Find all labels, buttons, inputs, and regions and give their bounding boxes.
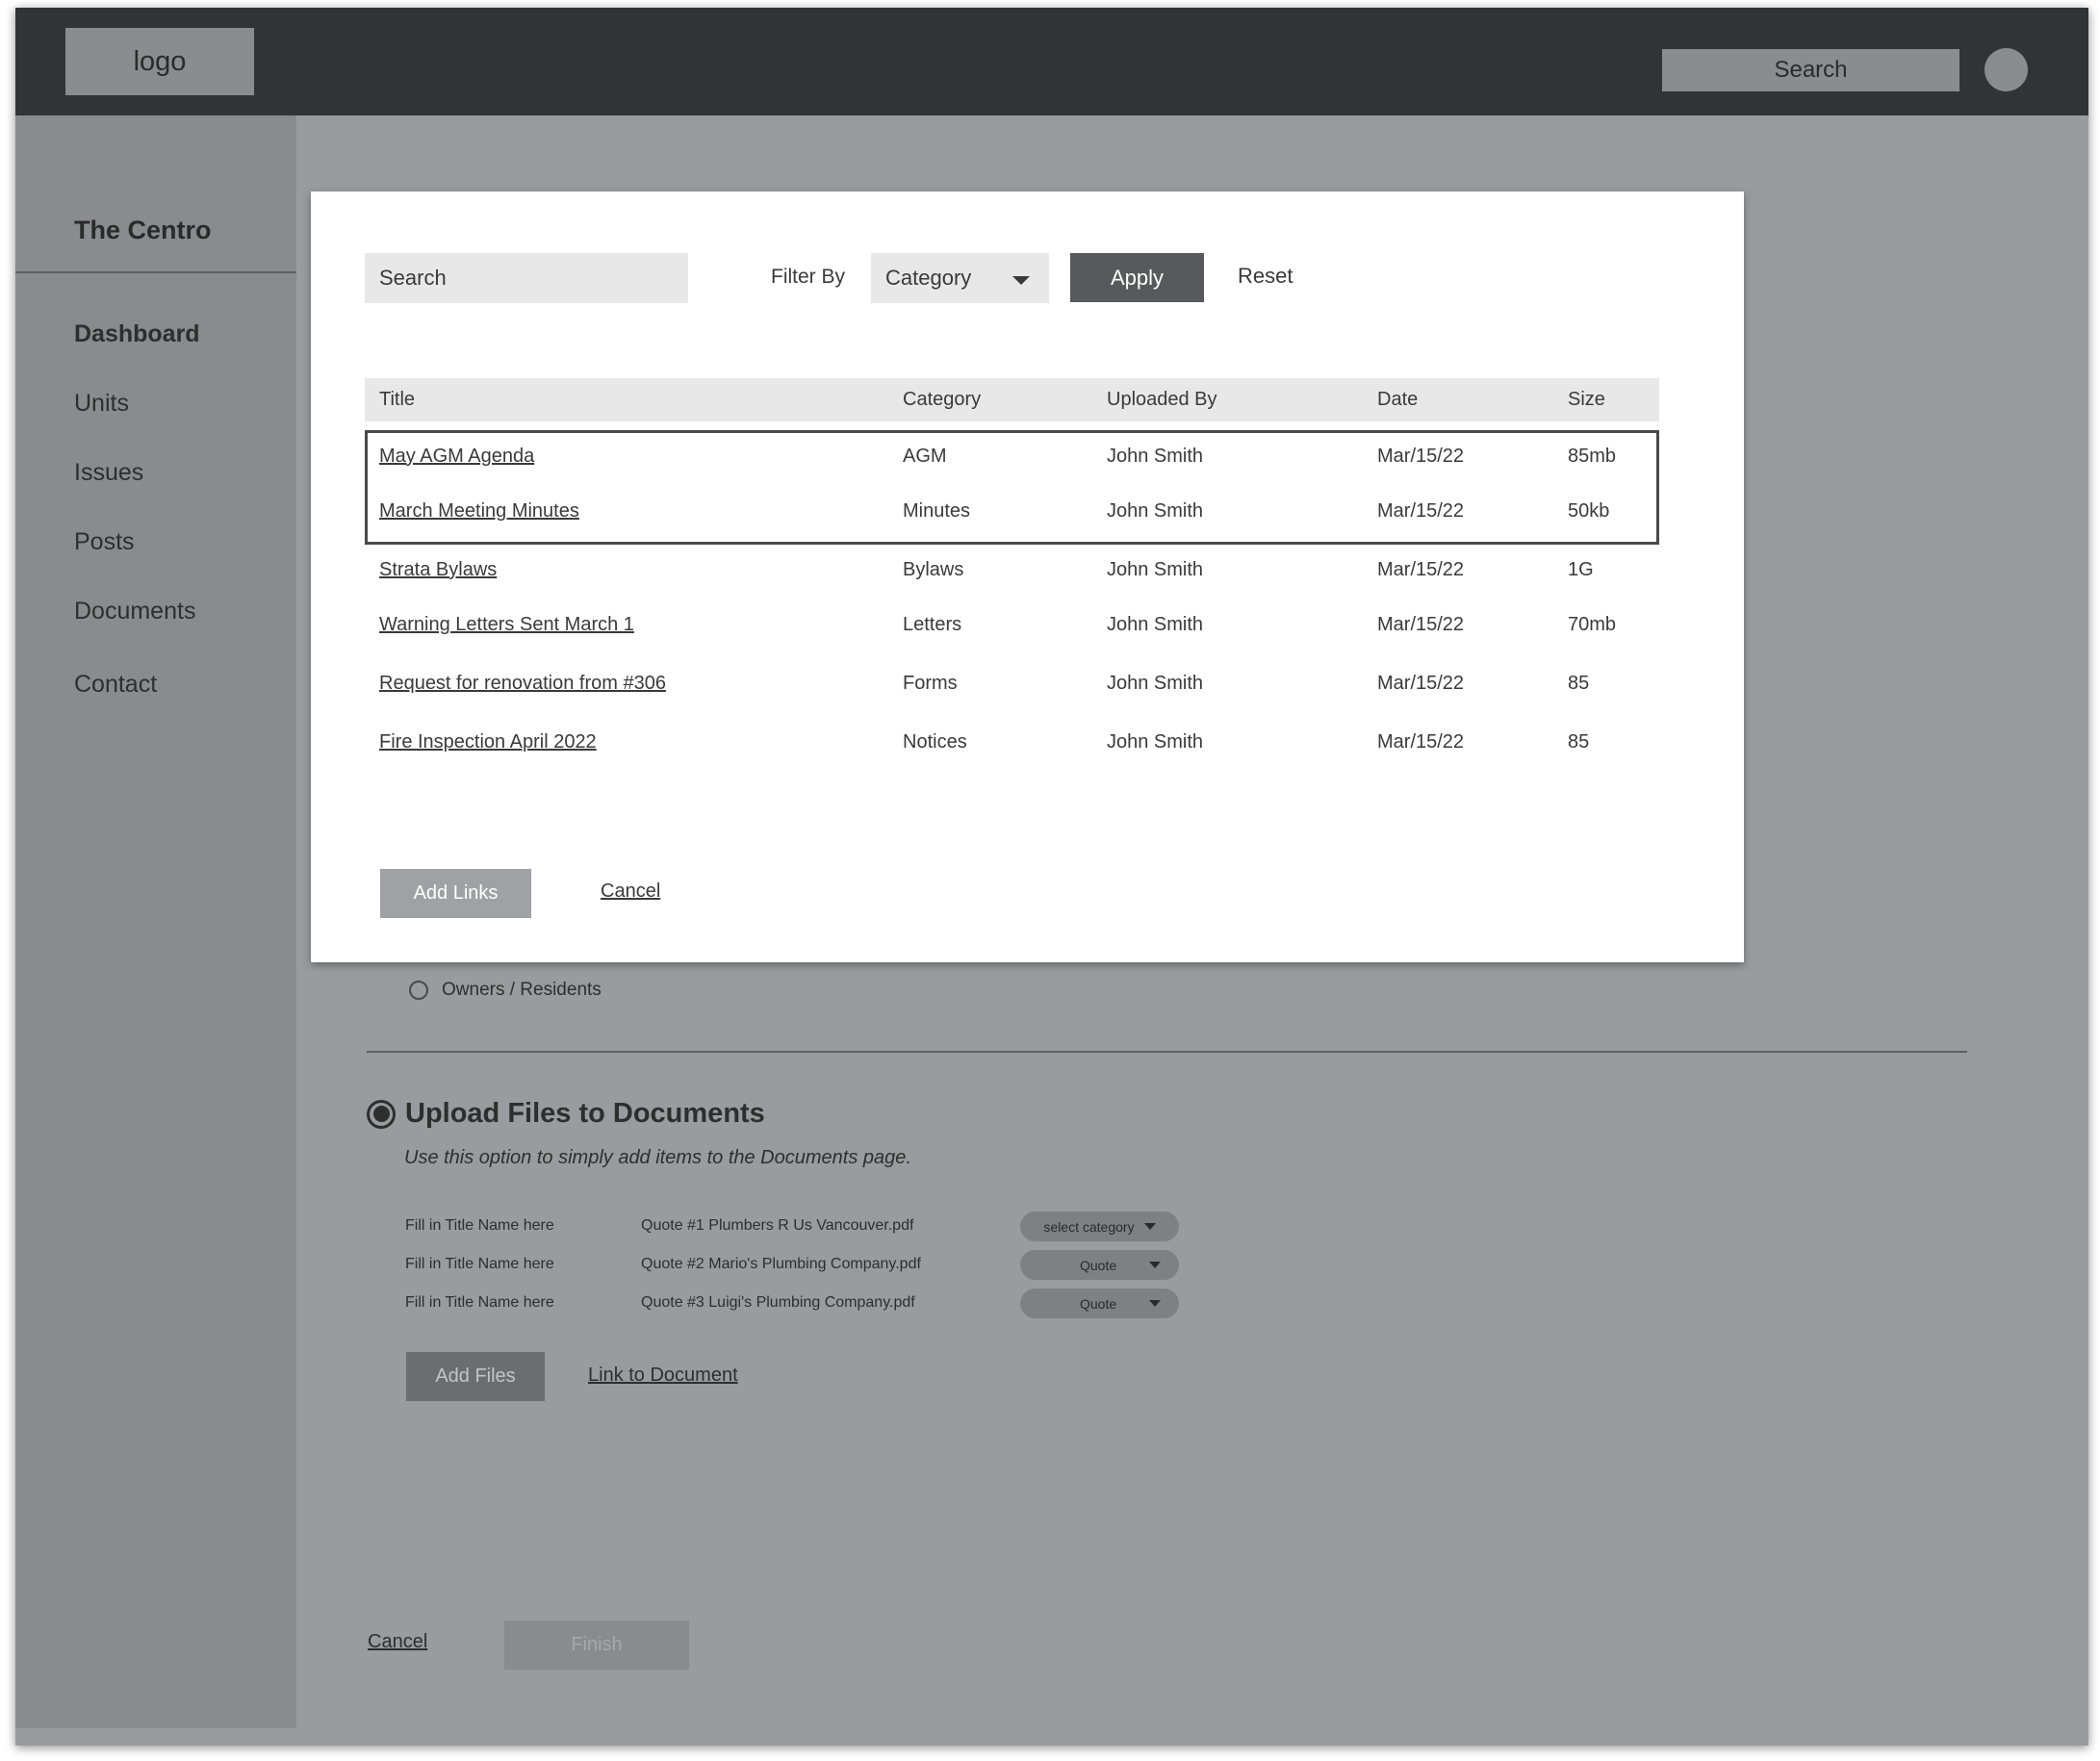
chevron-down-icon: [1143, 1223, 1156, 1230]
category-select[interactable]: Quote: [1020, 1250, 1179, 1280]
column-header-uploaded-by[interactable]: Uploaded By: [1107, 389, 1217, 411]
category-filter-value: Category: [885, 266, 972, 290]
document-date: Mar/15/22: [1377, 500, 1465, 522]
sidebar: The Centro Dashboard Units Issues Posts …: [15, 115, 296, 1728]
document-date: Mar/15/22: [1377, 559, 1465, 580]
sidebar-divider: [15, 271, 296, 273]
document-uploaded-by: John Smith: [1107, 559, 1204, 580]
document-category: Bylaws: [903, 559, 964, 580]
category-select[interactable]: Quote: [1020, 1289, 1179, 1318]
document-size: 50kb: [1568, 500, 1610, 522]
document-size: 85: [1568, 731, 1590, 753]
document-uploaded-by: John Smith: [1107, 446, 1204, 467]
apply-button[interactable]: Apply: [1070, 253, 1204, 302]
audience-option-label: Owners / Residents: [442, 980, 602, 1000]
file-row: Fill in Title Name here Quote #1 Plumber…: [405, 1212, 1179, 1242]
document-uploaded-by: John Smith: [1107, 731, 1204, 753]
column-header-category[interactable]: Category: [903, 389, 981, 411]
reset-button[interactable]: Reset: [1238, 264, 1293, 289]
document-size: 1G: [1568, 559, 1594, 580]
sidebar-item-issues[interactable]: Issues: [74, 459, 143, 487]
sidebar-item-dashboard[interactable]: Dashboard: [74, 320, 200, 348]
file-title-field[interactable]: Fill in Title Name here: [405, 1217, 554, 1235]
radio-checked-icon[interactable]: [367, 1099, 396, 1129]
document-title-link[interactable]: Request for renovation from #306: [379, 673, 666, 695]
column-header-title[interactable]: Title: [379, 389, 415, 411]
file-title-field[interactable]: Fill in Title Name here: [405, 1294, 554, 1312]
finish-button[interactable]: Finish: [504, 1621, 689, 1670]
cancel-link[interactable]: Cancel: [368, 1631, 427, 1653]
document-size: 70mb: [1568, 614, 1617, 635]
document-size: 85: [1568, 673, 1590, 694]
document-category: Notices: [903, 731, 967, 753]
document-uploaded-by: John Smith: [1107, 500, 1204, 522]
document-category: Forms: [903, 673, 958, 694]
link-to-document-link[interactable]: Link to Document: [588, 1365, 738, 1387]
link-documents-modal: Search Filter By Category Apply Reset Ti…: [311, 191, 1744, 962]
avatar[interactable]: [1985, 48, 2028, 91]
top-bar: logo Search: [15, 8, 2088, 115]
column-header-size[interactable]: Size: [1568, 389, 1605, 411]
chevron-down-icon: [1149, 1300, 1161, 1307]
sidebar-item-units[interactable]: Units: [74, 390, 129, 418]
category-select-value: Quote: [1080, 1257, 1117, 1273]
file-name: Quote #3 Luigi's Plumbing Company.pdf: [641, 1294, 915, 1311]
document-category: Minutes: [903, 500, 971, 522]
sidebar-item-posts[interactable]: Posts: [74, 528, 135, 556]
table-row[interactable]: May AGM Agenda AGM John Smith Mar/15/22 …: [365, 440, 1659, 472]
category-select[interactable]: select category: [1020, 1212, 1179, 1241]
header-search-input[interactable]: Search: [1662, 49, 1959, 91]
caret-down-icon: [1012, 276, 1030, 285]
category-select-value: Quote: [1080, 1295, 1117, 1312]
document-date: Mar/15/22: [1377, 446, 1465, 467]
radio-unchecked-icon[interactable]: [409, 981, 428, 1000]
add-files-button[interactable]: Add Files: [406, 1352, 545, 1401]
file-row: Fill in Title Name here Quote #3 Luigi's…: [405, 1289, 1179, 1319]
document-date: Mar/15/22: [1377, 673, 1465, 694]
app-window: logo Search The Centro Dashboard Units I…: [15, 8, 2088, 1746]
filter-by-label: Filter By: [771, 266, 846, 288]
document-title-link[interactable]: Fire Inspection April 2022: [379, 731, 597, 753]
document-category: AGM: [903, 446, 947, 467]
sidebar-title: The Centro: [74, 216, 212, 244]
file-name: Quote #2 Mario's Plumbing Company.pdf: [641, 1256, 921, 1272]
document-title-link[interactable]: May AGM Agenda: [379, 446, 534, 468]
upload-title: Upload Files to Documents: [405, 1098, 765, 1129]
column-header-date[interactable]: Date: [1377, 389, 1418, 411]
search-input[interactable]: Search: [365, 253, 688, 303]
document-title-link[interactable]: March Meeting Minutes: [379, 500, 579, 523]
chevron-down-icon: [1149, 1262, 1161, 1268]
table-row[interactable]: Strata Bylaws Bylaws John Smith Mar/15/2…: [365, 553, 1659, 586]
table-row[interactable]: Request for renovation from #306 Forms J…: [365, 667, 1659, 700]
document-size: 85mb: [1568, 446, 1617, 467]
table-row[interactable]: Warning Letters Sent March 1 Letters Joh…: [365, 608, 1659, 641]
document-title-link[interactable]: Strata Bylaws: [379, 559, 497, 581]
category-filter-select[interactable]: Category: [871, 253, 1049, 303]
logo[interactable]: logo: [65, 28, 254, 95]
document-date: Mar/15/22: [1377, 731, 1465, 753]
add-links-button[interactable]: Add Links: [380, 869, 531, 918]
document-uploaded-by: John Smith: [1107, 673, 1204, 694]
audience-option-owners-residents[interactable]: Owners / Residents: [409, 980, 602, 1001]
sidebar-item-documents[interactable]: Documents: [74, 598, 195, 625]
sidebar-item-contact[interactable]: Contact: [74, 671, 157, 699]
upload-option[interactable]: Upload Files to Documents: [367, 1098, 765, 1130]
document-uploaded-by: John Smith: [1107, 614, 1204, 635]
table-row[interactable]: March Meeting Minutes Minutes John Smith…: [365, 495, 1659, 527]
document-category: Letters: [903, 614, 962, 635]
modal-cancel-link[interactable]: Cancel: [601, 880, 660, 903]
file-title-field[interactable]: Fill in Title Name here: [405, 1256, 554, 1273]
category-select-value: select category: [1043, 1218, 1135, 1235]
document-title-link[interactable]: Warning Letters Sent March 1: [379, 614, 634, 636]
file-name: Quote #1 Plumbers R Us Vancouver.pdf: [641, 1217, 914, 1234]
file-row: Fill in Title Name here Quote #2 Mario's…: [405, 1250, 1179, 1281]
table-row[interactable]: Fire Inspection April 2022 Notices John …: [365, 726, 1659, 758]
upload-description: Use this option to simply add items to t…: [404, 1147, 911, 1168]
document-date: Mar/15/22: [1377, 614, 1465, 635]
table-header: Title Category Uploaded By Date Size: [365, 378, 1659, 421]
section-divider: [367, 1051, 1967, 1053]
